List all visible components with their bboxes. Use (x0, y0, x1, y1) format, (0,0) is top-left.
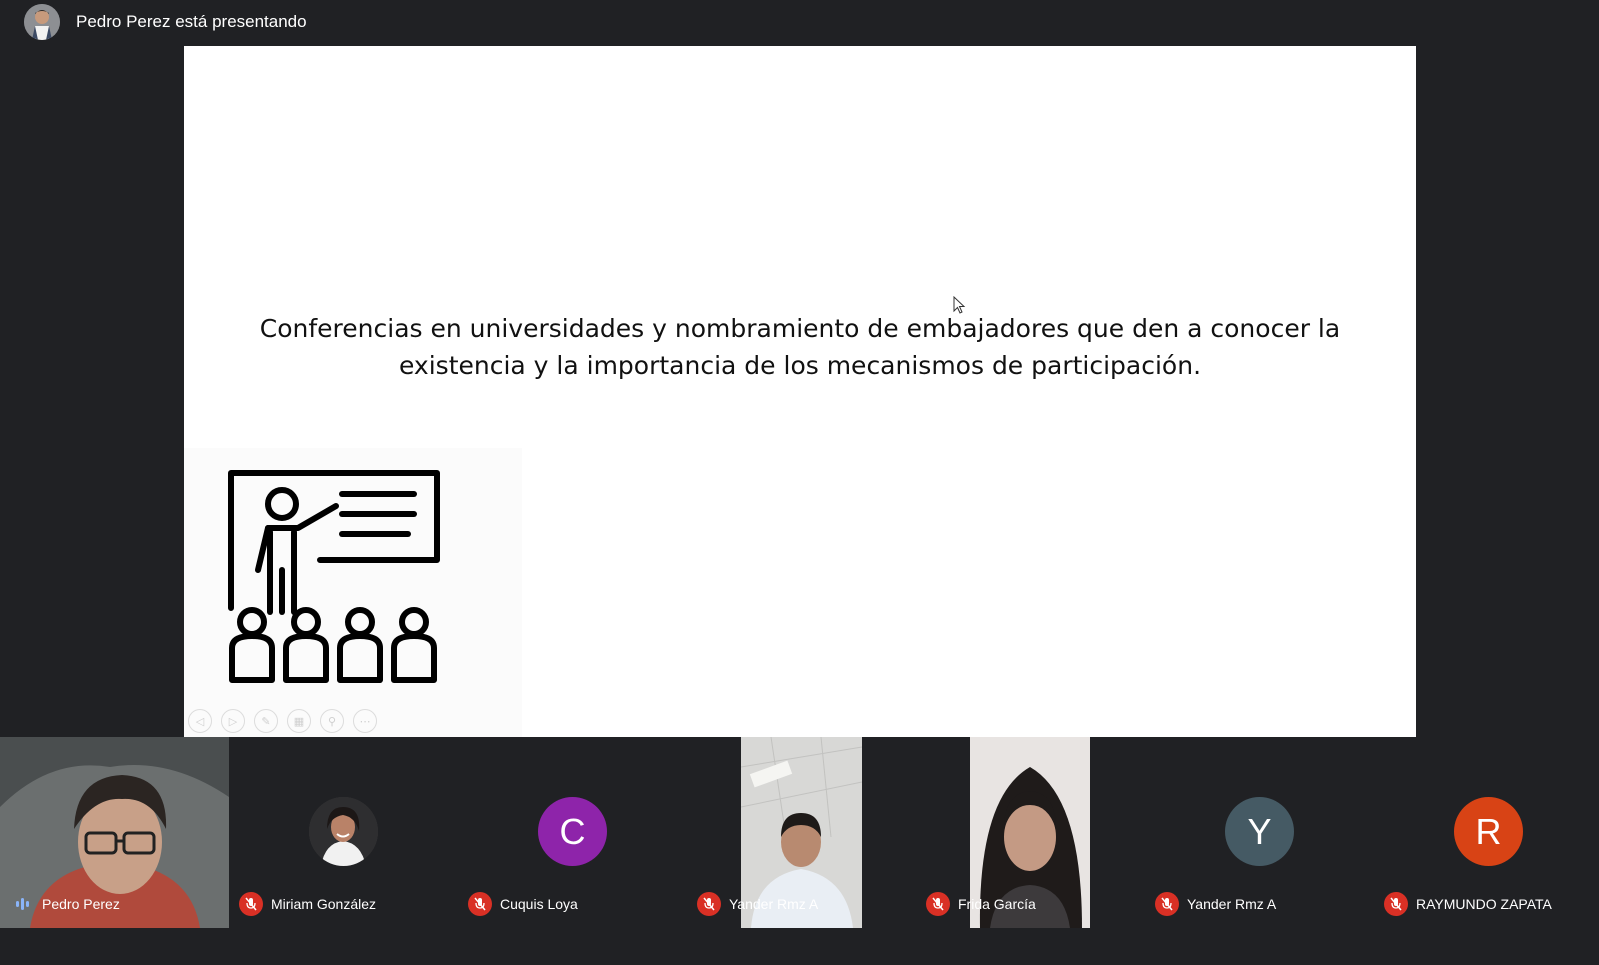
participant-name-row: RAYMUNDO ZAPATA (1384, 892, 1552, 916)
participant-name: Pedro Perez (42, 896, 120, 912)
avatar (309, 797, 378, 866)
more-options-icon[interactable]: ⋯ (353, 709, 377, 733)
speaking-indicator-icon (10, 892, 34, 916)
participant-name: Miriam González (271, 896, 377, 912)
participant-name: Frida García (958, 896, 1036, 912)
mic-off-icon (239, 892, 263, 916)
presenter-avatar-image (24, 4, 60, 40)
participant-name-row: Frida García (926, 892, 1036, 916)
participant-name-row: Yander Rmz A (1155, 892, 1276, 916)
pen-icon[interactable]: ✎ (254, 709, 278, 733)
participant-name: Cuquis Loya (500, 896, 578, 912)
participant-name-row: Yander Rmz A (697, 892, 818, 916)
mouse-cursor-icon (953, 296, 966, 314)
participant-tile-raymundo-zapata[interactable]: R RAYMUNDO ZAPATA (1374, 737, 1599, 928)
participant-name: Yander Rmz A (1187, 896, 1277, 912)
slide-text-line-2: existencia y la importancia de los mecan… (398, 351, 1202, 380)
next-slide-icon[interactable]: ▷ (221, 709, 245, 733)
mic-off-icon (697, 892, 721, 916)
slide-text: Conferencias en universidades y nombrami… (224, 310, 1376, 384)
mic-off-icon (926, 892, 950, 916)
bottom-bar (0, 928, 1599, 965)
participant-name-row: Cuquis Loya (468, 892, 578, 916)
avatar: Y (1225, 797, 1294, 866)
slide-controls: ◁ ▷ ✎ ▦ ⚲ ⋯ (188, 709, 377, 733)
teacher-classroom-icon (228, 470, 440, 683)
avatar: C (538, 797, 607, 866)
presentation-stage[interactable]: Conferencias en universidades y nombrami… (184, 46, 1416, 737)
zoom-icon[interactable]: ⚲ (320, 709, 344, 733)
previous-slide-icon[interactable]: ◁ (188, 709, 212, 733)
avatar-photo (309, 797, 378, 866)
participant-strip: Pedro Perez Miriam González C Cuquis Loy… (0, 737, 1599, 928)
avatar: R (1454, 797, 1523, 866)
participant-name-row: Pedro Perez (10, 892, 120, 916)
mic-off-icon (1384, 892, 1408, 916)
participant-tile-yander-rmz-a-2[interactable]: Y Yander Rmz A (1145, 737, 1374, 928)
slides-grid-icon[interactable]: ▦ (287, 709, 311, 733)
participant-tile-frida-garcia[interactable]: Frida García (916, 737, 1145, 928)
participant-tile-cuquis-loya[interactable]: C Cuquis Loya (458, 737, 687, 928)
presenter-bar: Pedro Perez está presentando (0, 0, 1599, 45)
participant-tile-yander-rmz-a[interactable]: Yander Rmz A (687, 737, 916, 928)
participant-name: Yander Rmz A (729, 896, 819, 912)
slide-text-line-1: Conferencias en universidades y nombrami… (259, 314, 1341, 343)
presenter-avatar (24, 4, 60, 40)
mic-off-icon (1155, 892, 1179, 916)
presenter-status-text: Pedro Perez está presentando (76, 12, 307, 31)
participant-tile-pedro-perez[interactable]: Pedro Perez (0, 737, 229, 928)
slide-illustration-area: ◁ ▷ ✎ ▦ ⚲ ⋯ (184, 448, 522, 737)
participant-tile-miriam-gonzalez[interactable]: Miriam González (229, 737, 458, 928)
participant-name-row: Miriam González (239, 892, 376, 916)
participant-name: RAYMUNDO ZAPATA (1416, 896, 1552, 912)
mic-off-icon (468, 892, 492, 916)
